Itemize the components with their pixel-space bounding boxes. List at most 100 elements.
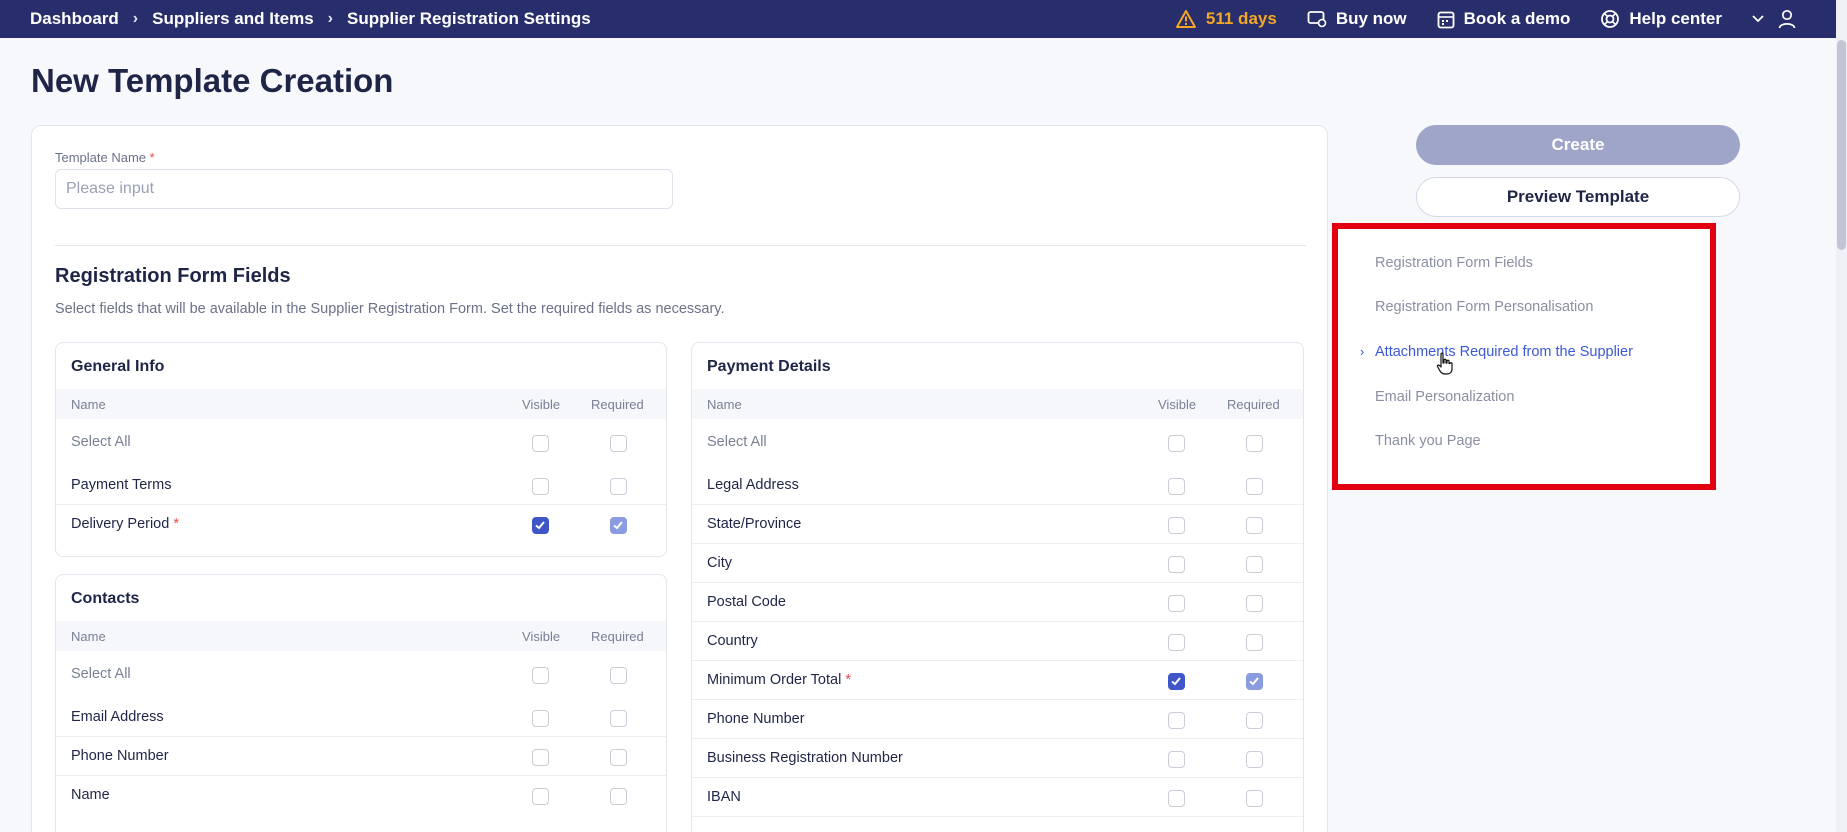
top-bar: Dashboard › Suppliers and Items › Suppli… — [0, 0, 1847, 38]
required-checkbox[interactable] — [610, 517, 627, 534]
visible-checkbox[interactable] — [1168, 478, 1185, 495]
column-required: Required — [1227, 397, 1280, 412]
required-checkbox[interactable] — [610, 749, 627, 766]
table-header: Name Visible Required — [56, 621, 666, 651]
nav-item-attachments-required[interactable]: Attachments Required from the Supplier — [1375, 344, 1633, 360]
required-checkbox[interactable] — [1246, 673, 1263, 690]
select-all-row: Select All — [692, 423, 1303, 462]
visible-checkbox[interactable] — [1168, 790, 1185, 807]
field-name: State/Province — [707, 516, 802, 532]
field-name: Postal Code — [707, 594, 786, 610]
required-checkbox[interactable] — [610, 478, 627, 495]
nav-item-email-personalization[interactable]: Email Personalization — [1375, 389, 1514, 405]
visible-checkbox[interactable] — [532, 478, 549, 495]
breadcrumb-suppliers-and-items[interactable]: Suppliers and Items — [152, 9, 314, 29]
column-visible: Visible — [1158, 397, 1197, 412]
book-demo-button[interactable]: Book a demo — [1437, 9, 1570, 29]
table-header: Name Visible Required — [692, 389, 1303, 419]
account-menu[interactable] — [1752, 9, 1805, 29]
hand-cursor-icon — [1436, 352, 1453, 375]
chevron-right-icon: › — [327, 10, 333, 27]
field-name: IBAN — [707, 789, 741, 805]
visible-checkbox[interactable] — [1168, 673, 1185, 690]
breadcrumb: Dashboard › Suppliers and Items › Suppli… — [0, 9, 591, 29]
visible-checkbox[interactable] — [1168, 517, 1185, 534]
select-all-required-checkbox[interactable] — [1246, 435, 1263, 452]
select-all-required-checkbox[interactable] — [610, 435, 627, 452]
field-name: Phone Number — [71, 748, 169, 764]
check-icon — [535, 521, 545, 530]
visible-checkbox[interactable] — [1168, 634, 1185, 651]
field-name: Minimum Order Total * — [707, 672, 851, 688]
required-checkbox[interactable] — [1246, 790, 1263, 807]
scrollbar-thumb[interactable] — [1837, 40, 1846, 250]
page-scrollbar[interactable] — [1836, 0, 1847, 832]
table-row: Phone Number — [692, 700, 1303, 739]
section-navigation: Registration Form Fields Registration Fo… — [1332, 223, 1716, 490]
trial-days-text: 511 days — [1205, 9, 1277, 28]
visible-checkbox[interactable] — [1168, 595, 1185, 612]
column-required: Required — [591, 397, 644, 412]
visible-checkbox[interactable] — [1168, 712, 1185, 729]
required-checkbox[interactable] — [610, 710, 627, 727]
table-row: Email Address — [56, 698, 666, 737]
visible-checkbox[interactable] — [1168, 751, 1185, 768]
select-all-visible-checkbox[interactable] — [1168, 435, 1185, 452]
table-row: City — [692, 544, 1303, 583]
check-icon — [1171, 677, 1181, 686]
field-name: Country — [707, 633, 758, 649]
payment-details-panel: Payment Details Name Visible Required Se… — [691, 342, 1304, 832]
visible-checkbox[interactable] — [532, 710, 549, 727]
select-all-label: Select All — [71, 666, 131, 682]
table-row: State/Province — [692, 505, 1303, 544]
required-checkbox[interactable] — [1246, 556, 1263, 573]
panel-title: Contacts — [71, 590, 140, 607]
field-name: Legal Address — [707, 477, 799, 493]
select-all-visible-checkbox[interactable] — [532, 435, 549, 452]
required-checkbox[interactable] — [610, 788, 627, 805]
table-row: Legal Address — [692, 466, 1303, 505]
visible-checkbox[interactable] — [532, 788, 549, 805]
warning-icon — [1175, 10, 1196, 28]
chevron-right-icon: › — [1360, 344, 1365, 359]
nav-item-registration-form-fields[interactable]: Registration Form Fields — [1375, 255, 1533, 271]
help-center-label: Help center — [1629, 9, 1722, 28]
nav-item-thank-you-page[interactable]: Thank you Page — [1375, 433, 1481, 449]
chevron-down-icon — [1752, 15, 1764, 23]
lifebuoy-icon — [1601, 10, 1620, 28]
select-all-required-checkbox[interactable] — [610, 667, 627, 684]
select-all-visible-checkbox[interactable] — [532, 667, 549, 684]
table-row: Country — [692, 622, 1303, 661]
select-all-label: Select All — [707, 434, 767, 450]
page-title: New Template Creation — [31, 62, 394, 99]
required-checkbox[interactable] — [1246, 517, 1263, 534]
breadcrumb-supplier-registration-settings: Supplier Registration Settings — [347, 9, 591, 28]
trial-days-indicator[interactable]: 511 days — [1175, 9, 1277, 29]
field-name: City — [707, 555, 732, 571]
visible-checkbox[interactable] — [532, 749, 549, 766]
nav-item-registration-form-personalisation[interactable]: Registration Form Personalisation — [1375, 299, 1593, 315]
help-center-button[interactable]: Help center — [1600, 9, 1722, 29]
required-checkbox[interactable] — [1246, 478, 1263, 495]
required-checkbox[interactable] — [1246, 712, 1263, 729]
buy-now-button[interactable]: Buy now — [1307, 9, 1407, 29]
general-info-panel: General Info Name Visible Required Selec… — [55, 342, 667, 557]
required-checkbox[interactable] — [1246, 634, 1263, 651]
column-name: Name — [707, 397, 742, 412]
field-name: Phone Number — [707, 711, 805, 727]
visible-checkbox[interactable] — [532, 517, 549, 534]
required-checkbox[interactable] — [1246, 595, 1263, 612]
column-visible: Visible — [522, 629, 561, 644]
table-row: Delivery Period * — [56, 505, 666, 544]
field-name: Business Registration Number — [707, 750, 903, 766]
create-button[interactable]: Create — [1416, 125, 1740, 165]
visible-checkbox[interactable] — [1168, 556, 1185, 573]
field-name: Payment Terms — [71, 477, 172, 493]
template-name-input[interactable] — [55, 169, 673, 209]
breadcrumb-dashboard[interactable]: Dashboard — [30, 9, 119, 29]
calendar-icon — [1437, 11, 1455, 28]
required-checkbox[interactable] — [1246, 751, 1263, 768]
column-required: Required — [591, 629, 644, 644]
preview-template-button[interactable]: Preview Template — [1416, 177, 1740, 217]
column-visible: Visible — [522, 397, 561, 412]
